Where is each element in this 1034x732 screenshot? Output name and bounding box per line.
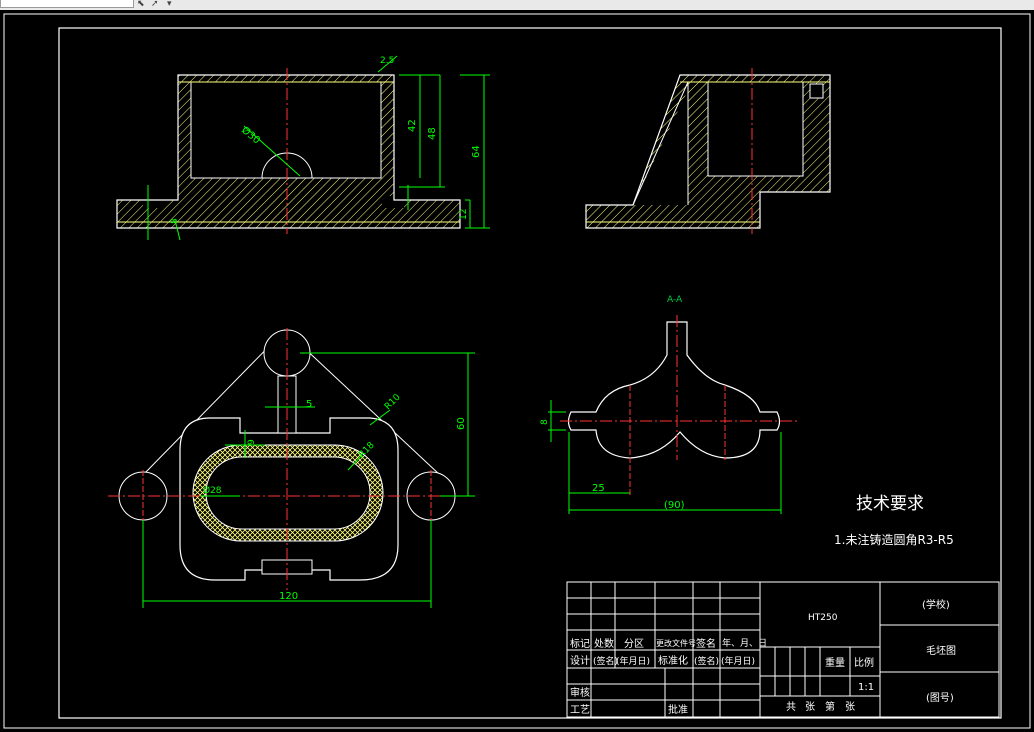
drawing-canvas[interactable]: 42 48 64 12 8 2.5 Ø30 5 9 60 R10 R18 Ø28… — [0, 10, 1034, 732]
side-view — [585, 68, 831, 234]
section-view — [548, 315, 800, 514]
front-view — [116, 55, 490, 241]
notes-line1: 1.未注铸造圆角R3-R5 — [834, 532, 954, 547]
cad-drawing: 42 48 64 12 8 2.5 Ø30 5 9 60 R10 R18 Ø28… — [3, 13, 1031, 729]
tb-design-0: 设计 — [570, 654, 590, 667]
school: (学校) — [922, 598, 950, 611]
tb-weight: 重量 — [825, 656, 845, 669]
dim-42: 42 — [407, 119, 418, 132]
dim-12: 12 — [459, 209, 469, 220]
dropdown-icon[interactable]: ▾ — [167, 0, 172, 9]
title-block-text: HT250 (学校) 毛坯图 (图号) 标记 处数 分区 更改文件号 签名 年、… — [570, 598, 956, 716]
dim-25: 25 — [592, 483, 605, 494]
dim-r10: R10 — [383, 392, 403, 412]
tb-process: 工艺 — [570, 704, 590, 716]
tb-mark-5: 年、月、日 — [722, 637, 767, 649]
dim-9: 9 — [247, 439, 257, 445]
pointer-icon[interactable]: ⬉ — [137, 0, 145, 9]
command-input[interactable] — [0, 0, 134, 8]
tb-approve: 批准 — [668, 703, 688, 716]
part-name: 毛坯图 — [926, 645, 956, 657]
dim-120: 120 — [279, 591, 298, 602]
tb-mark-4: 签名 — [696, 637, 716, 650]
tb-design-3: 标准化 — [658, 654, 688, 667]
dim-8b: 8 — [540, 419, 550, 425]
sheet-border — [3, 13, 1031, 729]
part-code: HT250 — [808, 613, 838, 623]
dim-5: 5 — [306, 399, 312, 410]
tb-mark-0: 标记 — [570, 638, 590, 650]
dim-48: 48 — [427, 127, 438, 140]
tb-design-2: (年月日) — [616, 655, 650, 667]
tb-sheet-unit: 张 — [805, 701, 815, 713]
dim-8: 8 — [170, 218, 180, 224]
section-label: A-A — [667, 295, 683, 305]
dim-2-5: 2.5 — [380, 56, 394, 66]
tb-scale: 比例 — [854, 656, 874, 669]
dim-64: 64 — [471, 145, 482, 158]
tb-mark-2: 分区 — [624, 638, 644, 650]
drawing-no: (图号) — [926, 692, 954, 704]
tb-scale-value: 1:1 — [858, 682, 874, 693]
dim-dia28: Ø28 — [203, 485, 222, 496]
tb-design-1: (签名) — [593, 655, 618, 667]
dim-60: 60 — [456, 417, 467, 430]
tb-design-4: (签名) — [694, 655, 719, 667]
tb-sheet-total: 共 — [786, 701, 796, 713]
tb-mark-3: 更改文件号 — [656, 638, 696, 648]
tb-sheet-num: 第 — [825, 700, 835, 713]
dim-90: (90) — [664, 500, 685, 511]
tb-sheet-unit2: 张 — [845, 701, 855, 713]
tb-mark-1: 处数 — [594, 637, 614, 650]
tb-review: 审核 — [570, 686, 590, 699]
tb-design-5: (年月日) — [721, 655, 755, 667]
arrow-icon[interactable]: ➚ — [151, 0, 159, 9]
notes-title: 技术要求 — [856, 494, 924, 514]
top-view — [108, 328, 475, 608]
